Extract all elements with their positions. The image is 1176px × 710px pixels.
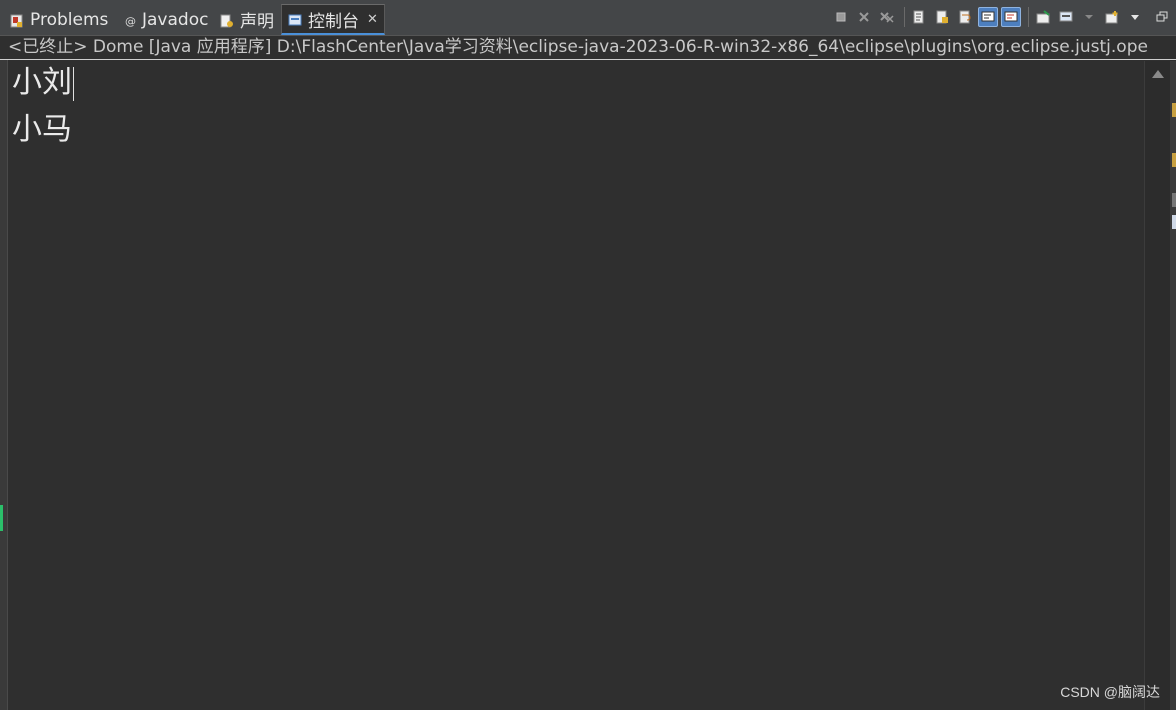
toolbar-separator	[1028, 7, 1029, 27]
right-edge-marker	[1172, 215, 1176, 229]
tab-label: 控制台	[308, 11, 359, 32]
tab-label: Javadoc	[142, 9, 209, 30]
problems-icon	[10, 13, 24, 27]
tab-label: 声明	[240, 12, 274, 32]
show-on-stdout-icon[interactable]	[978, 7, 998, 27]
left-edge-strip	[0, 60, 8, 710]
clear-console-icon[interactable]	[909, 7, 929, 27]
tab-label: Problems	[30, 9, 109, 30]
tab-javadoc[interactable]: @ Javadoc	[124, 4, 208, 35]
restore-icon[interactable]	[1152, 7, 1172, 27]
tab-declaration[interactable]: 声明	[220, 4, 274, 35]
console-toolbar	[831, 5, 1175, 29]
scroll-lock-icon[interactable]	[932, 7, 952, 27]
console-line-text: 小刘	[12, 65, 72, 100]
word-wrap-icon[interactable]	[955, 7, 975, 27]
remove-launch-icon[interactable]	[854, 7, 874, 27]
console-output[interactable]: 小刘 小马	[8, 61, 1144, 710]
scroll-up-icon[interactable]	[1152, 70, 1164, 78]
svg-text:@: @	[125, 15, 136, 28]
tab-console[interactable]: 控制台 ✕	[281, 4, 385, 35]
toolbar-separator	[904, 7, 905, 27]
terminate-icon[interactable]	[831, 7, 851, 27]
javadoc-icon: @	[124, 13, 136, 28]
close-icon[interactable]: ✕	[367, 12, 378, 27]
view-menu-icon[interactable]	[1125, 7, 1145, 27]
console-line: 小马	[12, 110, 72, 150]
console-line: 小刘	[12, 63, 74, 103]
right-edge-marker	[1172, 193, 1176, 207]
display-selected-console-icon[interactable]	[1056, 7, 1076, 27]
chevron-down-icon[interactable]	[1079, 7, 1099, 27]
console-process-label: <已终止> Dome [Java 应用程序] D:\FlashCenter\Ja…	[0, 36, 1176, 60]
tab-problems[interactable]: Problems	[10, 4, 108, 35]
declaration-icon	[220, 13, 234, 27]
console-line-text: 小马	[12, 112, 72, 147]
left-edge-marker	[0, 505, 3, 531]
watermark: CSDN @脑阔达	[1060, 684, 1160, 700]
right-edge-marker	[1172, 153, 1176, 167]
pin-console-icon[interactable]	[1033, 7, 1053, 27]
remove-all-terminated-icon[interactable]	[877, 7, 897, 27]
right-edge-marker	[1172, 103, 1176, 117]
vertical-scrollbar[interactable]	[1144, 61, 1170, 710]
view-tab-bar: Problems @ Javadoc 声明 控制台 ✕	[0, 0, 1176, 36]
console-icon	[288, 12, 302, 26]
open-console-icon[interactable]	[1102, 7, 1122, 27]
text-caret	[73, 67, 74, 101]
show-on-stderr-icon[interactable]	[1001, 7, 1021, 27]
